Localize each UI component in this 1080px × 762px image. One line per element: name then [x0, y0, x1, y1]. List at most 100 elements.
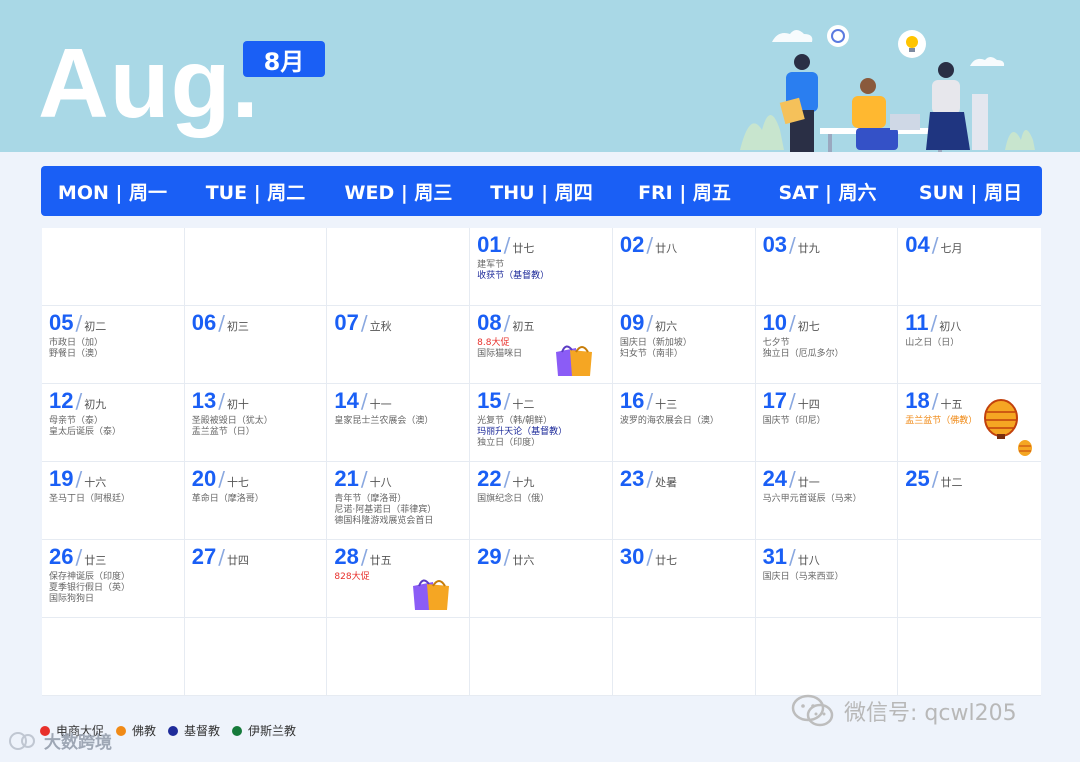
day-heading: 28/廿五 [334, 544, 469, 570]
day-number: 25 [905, 466, 930, 491]
day-heading: 15/十二 [477, 388, 612, 414]
event-list: 圣马丁日（阿根廷） [49, 494, 184, 505]
lunar-date: 十九 [512, 476, 535, 489]
event-item: 夏季银行假日（英） [49, 583, 131, 593]
lantern-icon [983, 399, 1032, 456]
day-number: 23 [619, 466, 645, 491]
weekday-wed: WED | 周三 [344, 181, 453, 204]
day-heading: 09/初六 [620, 310, 755, 336]
day-heading: 03/廿九 [763, 232, 898, 258]
day-number: 27 [191, 544, 217, 569]
day-number: 01 [477, 232, 502, 257]
day-number: 17 [762, 388, 788, 413]
green-dot-icon [232, 725, 243, 736]
slash-separator: / [646, 389, 654, 413]
day-number: 13 [191, 388, 217, 413]
lunar-date: 初二 [84, 320, 107, 333]
day-number: 05 [49, 310, 74, 335]
slash-separator: / [218, 545, 225, 569]
day-heading: 21/十八 [334, 466, 469, 492]
event-list: 革命日（摩洛哥） [192, 494, 327, 505]
weekday-tue: TUE | 周二 [205, 181, 306, 204]
slash-separator: / [75, 311, 83, 335]
event-item: 独立日（厄瓜多尔） [762, 349, 844, 359]
calendar-day-cell: 08/初五 8.8大促 国际猫咪日 [470, 306, 613, 384]
slash-separator: / [503, 233, 511, 257]
lunar-date: 立秋 [369, 320, 392, 333]
event-item: 七夕节 [762, 338, 790, 348]
slash-separator: / [789, 233, 796, 257]
header-banner: Aug. 8月 [0, 0, 1080, 152]
calendar-day-cell [898, 618, 1041, 696]
slash-separator: / [931, 233, 939, 257]
lunar-date: 廿七 [512, 242, 535, 255]
lunar-date: 廿三 [84, 554, 107, 567]
calendar-day-cell: 01/廿七 建军节 收获节（基督教） [470, 228, 613, 306]
shopping-bag-icon [413, 579, 450, 610]
event-list: 保存神诞辰（印度） 夏季银行假日（英） 国际狗狗日 [49, 572, 184, 605]
wechat-watermark: 微信号: qcwl205 [790, 694, 1017, 728]
event-list: 建军节 收获节（基督教） [477, 260, 612, 282]
lunar-date: 十七 [226, 476, 249, 489]
event-list: 青年节（摩洛哥） 尼诺·阿基诺日（菲律宾） 德国科隆游戏展览会首日 [334, 494, 469, 527]
day-heading: 31/廿八 [763, 544, 898, 570]
day-number: 29 [477, 544, 502, 569]
calendar-day-cell: 25/廿二 [898, 462, 1041, 540]
event-item: 皇太后诞辰（泰） [49, 427, 122, 437]
event-item: 独立日（印度） [477, 438, 541, 448]
event-list: 马六甲元首诞辰（马来） [763, 494, 898, 505]
calendar-day-cell: 31/廿八国庆日（马来西亚） [755, 540, 899, 618]
calendar-grid: 01/廿七 建军节 收获节（基督教） 02/廿八 03/廿九 04/七月 05/初二 市政日（… [42, 228, 1041, 696]
lunar-date: 廿六 [512, 554, 535, 567]
slash-separator: / [218, 467, 225, 491]
event-list: 国庆日（马来西亚） [763, 572, 898, 583]
day-heading: 13/初十 [192, 388, 327, 414]
day-heading: 16/十三 [620, 388, 755, 414]
orange-dot-icon [116, 725, 127, 736]
event-list: 国庆日（新加坡） 妇女节（南非） [620, 338, 755, 360]
day-heading: 01/廿七 [477, 232, 612, 258]
event-item: 圣殿被毁日（犹太） [191, 416, 273, 426]
day-number: 18 [905, 388, 930, 413]
legend-label: 佛教 [132, 724, 157, 738]
event-item: 保存神诞辰（印度） [49, 572, 131, 582]
day-number: 21 [334, 466, 359, 491]
event-list: 皇家昆士兰农展会（澳） [334, 416, 469, 427]
day-number: 24 [762, 466, 788, 491]
lunar-date: 初九 [84, 398, 107, 411]
calendar-day-cell: 22/十九 国旗纪念日（俄） [470, 462, 613, 540]
day-number: 10 [762, 310, 788, 335]
weekday-mon: MON | 周一 [57, 181, 168, 204]
event-item: 山之日（日） [905, 338, 960, 348]
day-heading: 20/十七 [192, 466, 327, 492]
calendar-day-cell: 20/十七革命日（摩洛哥） [184, 462, 328, 540]
day-heading: 08/初五 [477, 310, 612, 336]
legend-item-buddhism: 佛教 [116, 722, 156, 739]
legend-item-christianity: 基督教 [168, 722, 220, 739]
day-heading: 22/十九 [477, 466, 612, 492]
slash-separator: / [930, 311, 938, 335]
calendar-day-cell [327, 228, 471, 306]
lunar-date: 十四 [797, 398, 820, 411]
day-heading: 25/廿二 [905, 466, 1041, 492]
day-number: 19 [49, 466, 74, 491]
calendar-day-cell: 06/初三 [184, 306, 328, 384]
lunar-date: 十二 [512, 398, 535, 411]
day-heading: 26/廿三 [49, 544, 184, 570]
event-item: 德国科隆游戏展览会首日 [334, 516, 434, 526]
slash-separator: / [789, 545, 796, 569]
legend-item-islam: 伊斯兰教 [232, 722, 296, 739]
calendar-day-cell: 13/初十 圣殿被毁日（犹太） 盂兰盆节（日） [184, 384, 328, 462]
slash-separator: / [360, 545, 368, 569]
day-number: 04 [905, 232, 930, 257]
calendar-day-cell [327, 618, 471, 696]
event-list: 波罗的海农展会日（澳） [620, 416, 755, 427]
day-heading: 19/十六 [49, 466, 184, 492]
event-item: 光复节（韩/朝鲜） [477, 416, 553, 426]
calendar-day-cell: 05/初二 市政日（加） 野餐日（澳） [42, 306, 185, 384]
lunar-date: 廿一 [797, 476, 820, 489]
slash-separator: / [75, 389, 83, 413]
calendar-day-cell: 28/廿五 828大促 [327, 540, 471, 618]
slash-separator: / [646, 233, 654, 257]
slash-separator: / [360, 389, 368, 413]
